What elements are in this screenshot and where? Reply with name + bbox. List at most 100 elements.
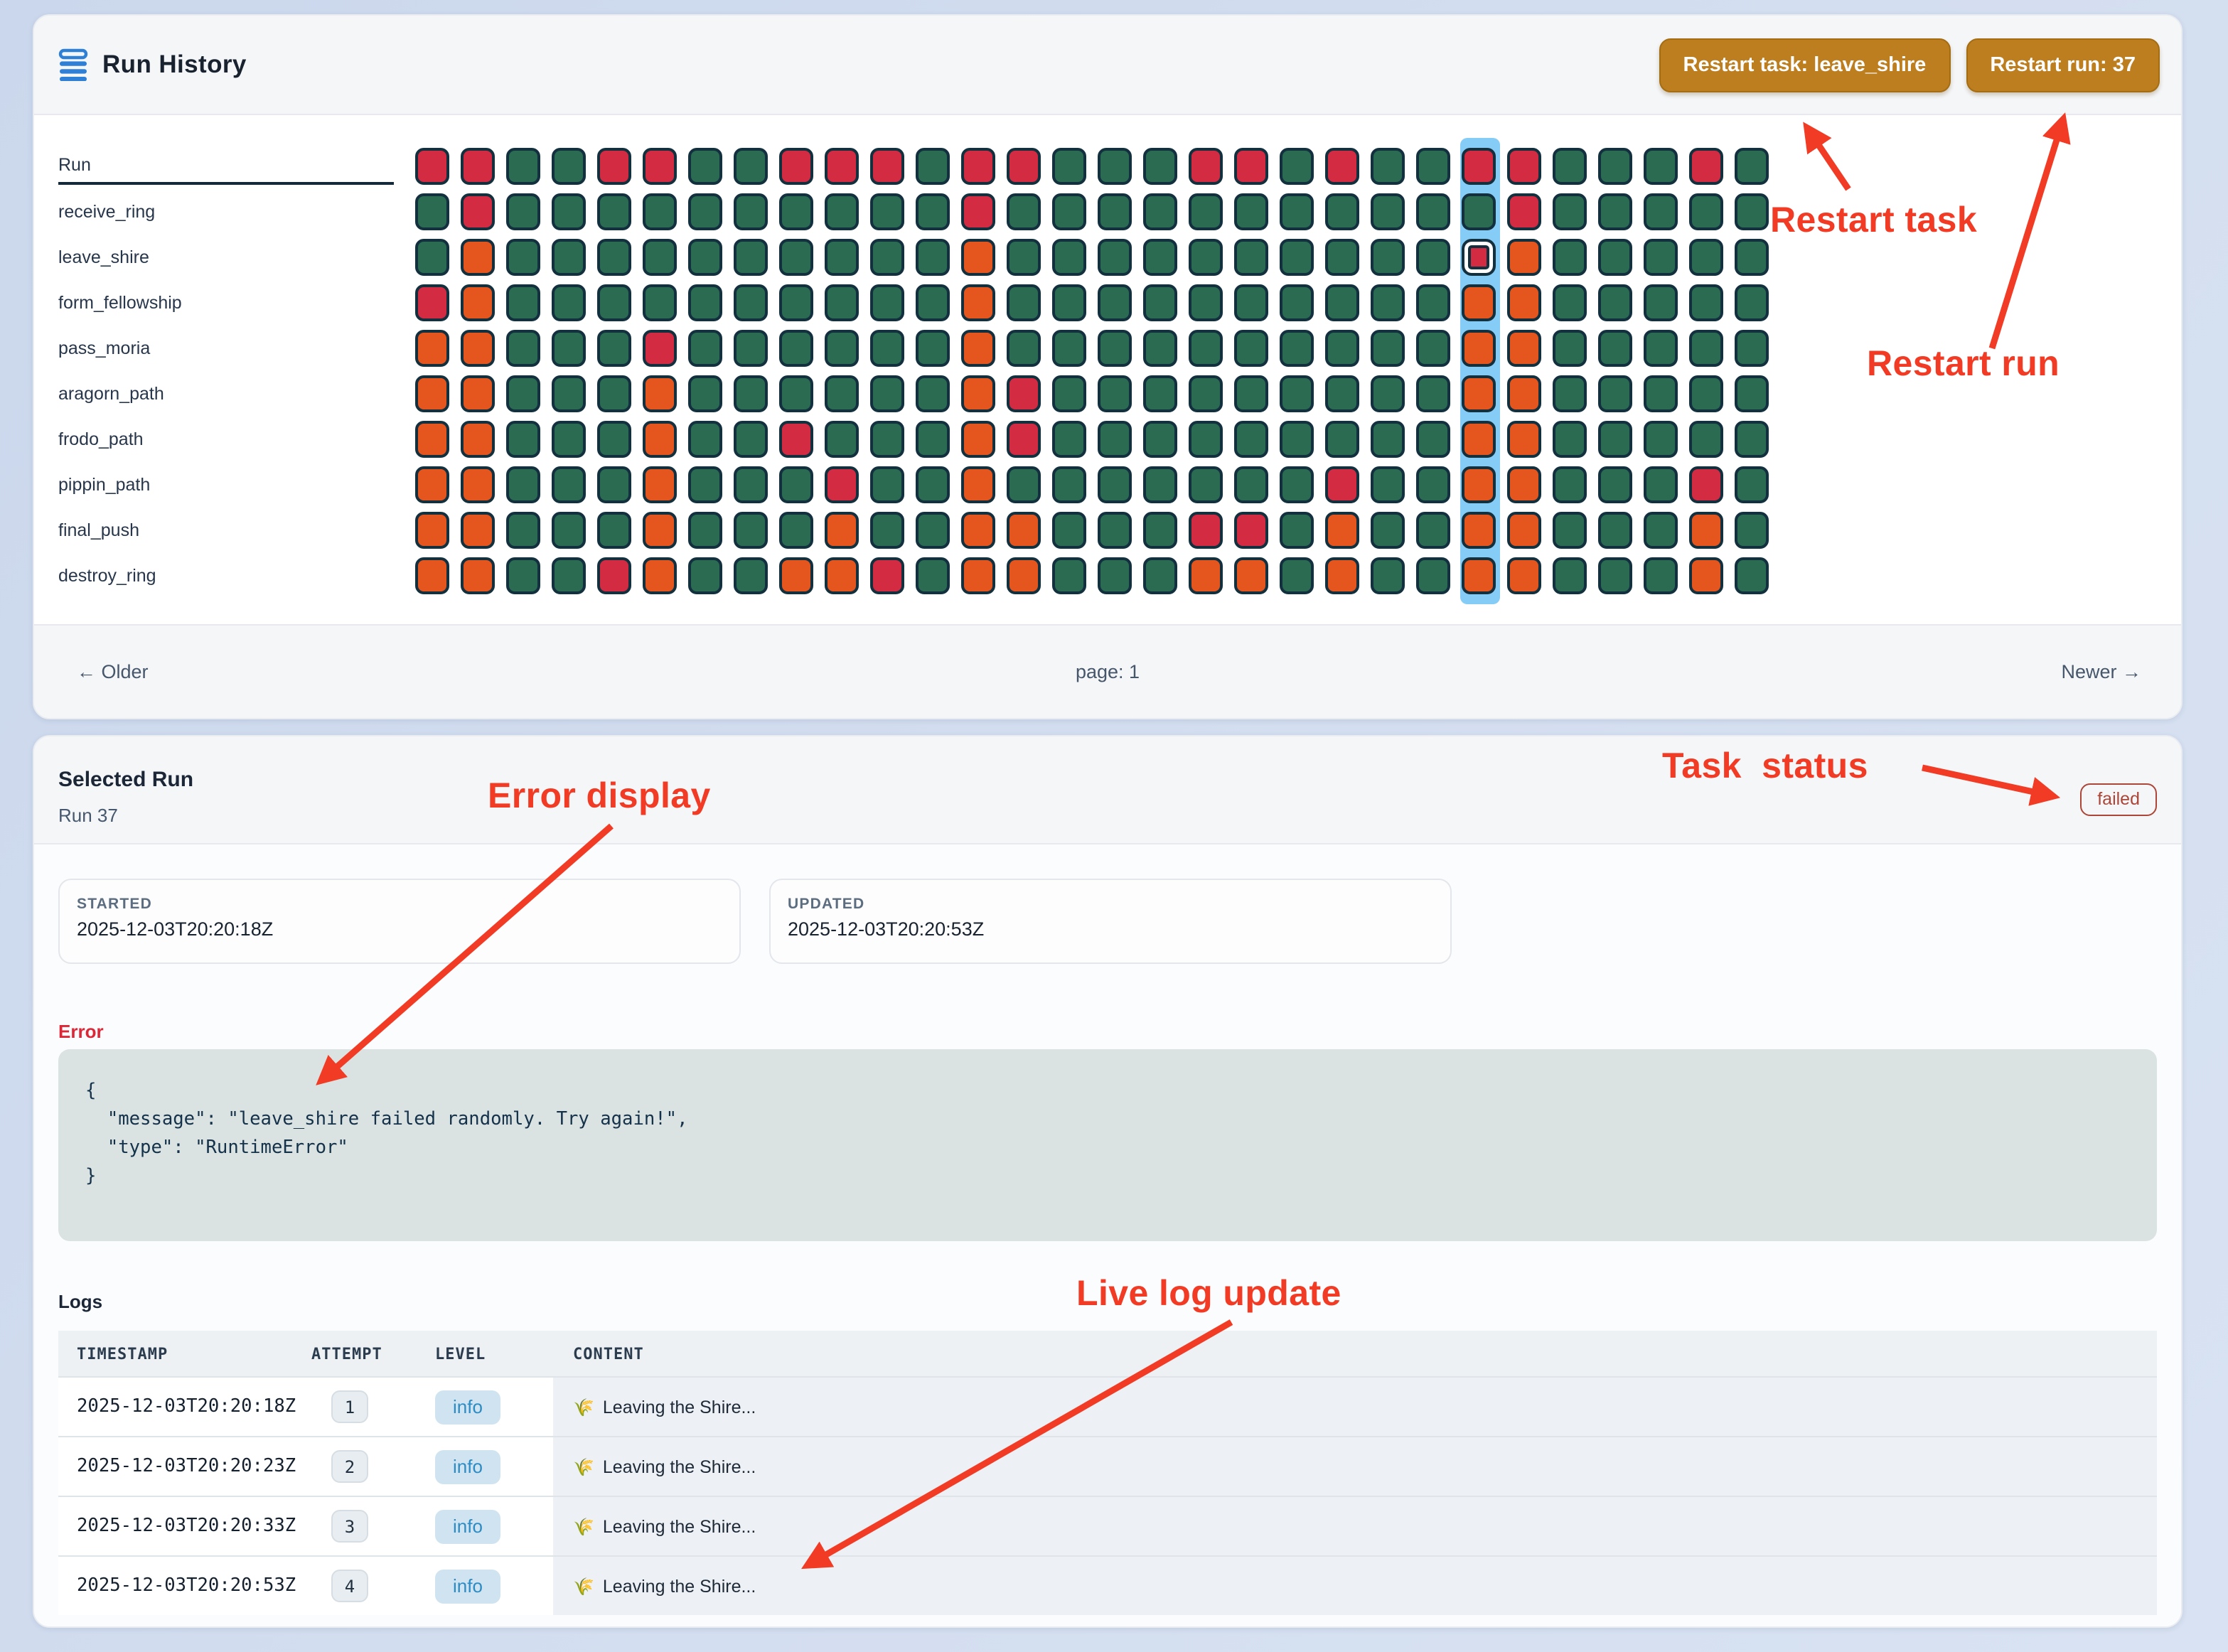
run-cell[interactable]	[643, 330, 677, 367]
run-cell[interactable]	[461, 330, 495, 367]
run-cell[interactable]	[961, 284, 995, 321]
run-cell[interactable]	[1189, 284, 1223, 321]
run-cell[interactable]	[415, 284, 449, 321]
run-cell[interactable]	[1735, 557, 1769, 594]
run-cell[interactable]	[552, 557, 586, 594]
run-cell[interactable]	[1689, 239, 1723, 276]
run-cell[interactable]	[916, 375, 950, 412]
run-cell[interactable]	[643, 148, 677, 185]
run-cell[interactable]	[961, 466, 995, 503]
run-cell[interactable]	[1689, 375, 1723, 412]
run-cell[interactable]	[916, 466, 950, 503]
run-cell[interactable]	[825, 421, 859, 458]
run-cell[interactable]	[1553, 557, 1587, 594]
run-cell[interactable]	[688, 421, 722, 458]
run-cell[interactable]	[1507, 330, 1541, 367]
run-cell[interactable]	[1280, 239, 1314, 276]
run-cell[interactable]	[597, 148, 631, 185]
run-cell[interactable]	[825, 284, 859, 321]
run-cell[interactable]	[1462, 512, 1496, 549]
run-cell[interactable]	[779, 239, 813, 276]
run-cell[interactable]	[825, 375, 859, 412]
run-cell[interactable]	[643, 466, 677, 503]
run-cell[interactable]	[1507, 557, 1541, 594]
run-cell[interactable]	[1189, 466, 1223, 503]
run-cell[interactable]	[415, 330, 449, 367]
run-cell[interactable]	[1007, 284, 1041, 321]
run-cell[interactable]	[1416, 421, 1450, 458]
run-cell[interactable]	[1644, 148, 1678, 185]
run-cell[interactable]	[552, 193, 586, 230]
run-cell[interactable]	[734, 421, 768, 458]
run-cell[interactable]	[1280, 284, 1314, 321]
run-cell[interactable]	[1644, 239, 1678, 276]
run-cell[interactable]	[688, 284, 722, 321]
run-cell[interactable]	[461, 557, 495, 594]
run-cell[interactable]	[1371, 375, 1405, 412]
run-cell[interactable]	[1325, 466, 1359, 503]
run-cell[interactable]	[1507, 512, 1541, 549]
run-cell[interactable]	[870, 512, 904, 549]
newer-page-link[interactable]: Newer →	[2061, 661, 2141, 682]
run-cell[interactable]	[552, 512, 586, 549]
run-cell[interactable]	[779, 512, 813, 549]
run-cell[interactable]	[1507, 148, 1541, 185]
run-cell[interactable]	[1735, 375, 1769, 412]
run-cell[interactable]	[415, 512, 449, 549]
run-cell[interactable]	[825, 330, 859, 367]
run-cell[interactable]	[916, 421, 950, 458]
run-cell[interactable]	[1143, 512, 1177, 549]
run-cell[interactable]	[643, 284, 677, 321]
run-cell[interactable]	[461, 512, 495, 549]
run-cell[interactable]	[1189, 239, 1223, 276]
run-cell[interactable]	[506, 239, 540, 276]
run-cell[interactable]	[1189, 557, 1223, 594]
run-cell[interactable]	[1644, 466, 1678, 503]
run-cell[interactable]	[916, 193, 950, 230]
run-cell[interactable]	[415, 239, 449, 276]
run-cell[interactable]	[916, 330, 950, 367]
run-cell[interactable]	[1143, 284, 1177, 321]
run-cell[interactable]	[1280, 148, 1314, 185]
run-cell[interactable]	[734, 239, 768, 276]
run-cell[interactable]	[1325, 330, 1359, 367]
run-cell[interactable]	[1189, 193, 1223, 230]
run-cell[interactable]	[1553, 375, 1587, 412]
run-cell[interactable]	[1598, 557, 1632, 594]
run-cell[interactable]	[916, 239, 950, 276]
run-cell[interactable]	[1416, 330, 1450, 367]
run-cell[interactable]	[1371, 193, 1405, 230]
run-cell[interactable]	[1371, 330, 1405, 367]
run-cell[interactable]	[961, 193, 995, 230]
run-cell[interactable]	[779, 193, 813, 230]
run-cell[interactable]	[461, 375, 495, 412]
run-cell[interactable]	[1416, 375, 1450, 412]
run-cell[interactable]	[552, 421, 586, 458]
run-cell[interactable]	[1234, 330, 1268, 367]
run-cell[interactable]	[870, 239, 904, 276]
run-cell[interactable]	[1553, 239, 1587, 276]
run-cell[interactable]	[961, 330, 995, 367]
run-cell[interactable]	[825, 512, 859, 549]
run-cell[interactable]	[1052, 466, 1086, 503]
run-cell[interactable]	[1007, 466, 1041, 503]
run-cell[interactable]	[1689, 421, 1723, 458]
run-cell[interactable]	[597, 421, 631, 458]
restart-run-button[interactable]: Restart run: 37	[1966, 38, 2160, 92]
run-cell[interactable]	[1507, 375, 1541, 412]
run-cell[interactable]	[415, 466, 449, 503]
run-cell[interactable]	[1007, 375, 1041, 412]
run-cell[interactable]	[506, 148, 540, 185]
run-cell[interactable]	[597, 330, 631, 367]
run-cell[interactable]	[825, 193, 859, 230]
run-cell[interactable]	[870, 421, 904, 458]
run-cell[interactable]	[1098, 148, 1132, 185]
run-cell[interactable]	[1735, 330, 1769, 367]
run-cell[interactable]	[1325, 239, 1359, 276]
run-cell[interactable]	[688, 557, 722, 594]
run-cell[interactable]	[688, 239, 722, 276]
run-cell[interactable]	[1280, 330, 1314, 367]
run-cell[interactable]	[1098, 330, 1132, 367]
run-cell[interactable]	[1598, 375, 1632, 412]
run-cell[interactable]	[1007, 421, 1041, 458]
